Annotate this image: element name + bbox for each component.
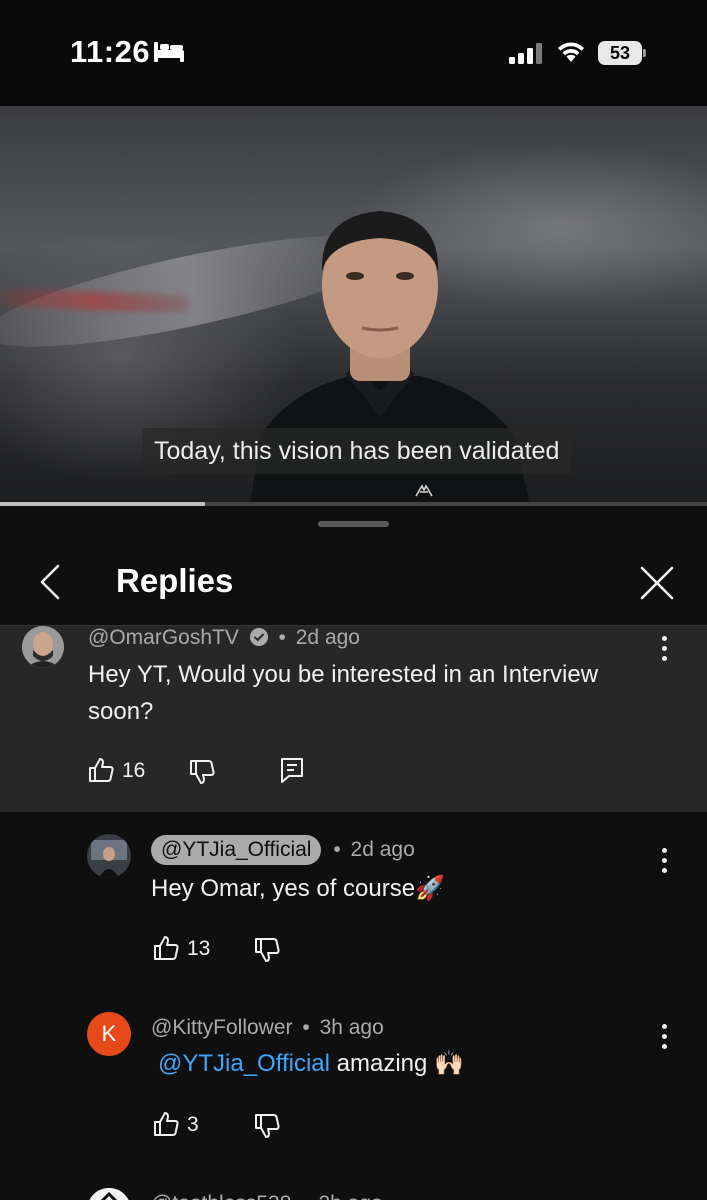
video-progress-bar[interactable] [0,502,707,506]
close-button[interactable] [636,562,678,604]
separator: • [302,1016,310,1039]
signal-icon [509,43,542,64]
comment-text: Hey Omar, yes of course🚀 [151,875,445,902]
comment-meta: @OmarGoshTV • 2d ago [88,626,360,650]
like-button[interactable] [87,756,115,784]
comment-time: 2d ago [350,838,415,861]
avatar-image [89,1188,129,1200]
back-button[interactable] [30,560,70,604]
parent-comment: @OmarGoshTV • 2d ago Hey YT, Would you b… [0,626,707,812]
avatar[interactable] [87,1188,131,1200]
comment-time: 2h ago [318,1192,382,1200]
mention-link[interactable]: @YTJia_Official [158,1050,330,1077]
brand-logo-icon [415,484,433,497]
more-options-button[interactable] [659,848,669,874]
comment-body: amazing 🙌🏻 [336,1050,464,1077]
comment-author[interactable]: @toothless538 [151,1192,291,1200]
like-count: 16 [122,759,146,782]
comment-author[interactable]: @OmarGoshTV [88,626,239,649]
comment-text: @YTJia_Official amazing 🙌🏻 [158,1045,658,1082]
avatar-image [22,626,64,668]
comment-meta: @YTJia_Official • 2d ago [151,835,415,865]
dislike-button[interactable] [188,758,216,786]
separator: • [333,838,341,861]
dislike-button[interactable] [253,1112,281,1140]
status-bar: 11:26 53 [0,0,707,106]
comment-meta: @toothless538 • 2h ago [151,1192,383,1200]
video-progress-fill [0,502,206,506]
comment-author[interactable]: @KittyFollower [151,1016,293,1039]
dislike-button[interactable] [253,936,281,964]
verified-icon [249,628,268,646]
reply-icon[interactable] [279,756,305,784]
like-button[interactable] [152,934,180,962]
avatar-letter: K [101,1021,117,1046]
more-options-button[interactable] [659,636,669,662]
avatar[interactable]: K [87,1012,131,1056]
comment-text: Hey YT, Would you be interested in an In… [88,661,599,725]
separator: • [301,1192,308,1200]
video-subtitle: Today, this vision has been validated [142,428,572,474]
avatar[interactable] [87,834,131,878]
separator: • [278,626,286,649]
comment-time: 2d ago [295,626,360,649]
like-count: 3 [187,1113,199,1136]
avatar[interactable] [22,626,64,668]
battery-level: 53 [598,41,642,65]
more-options-button[interactable] [659,1024,669,1050]
battery-icon: 53 [598,41,646,65]
creator-handle-chip[interactable]: @YTJia_Official [151,835,322,865]
like-button[interactable] [152,1110,180,1138]
like-count: 13 [187,937,211,960]
status-time: 11:26 [70,34,151,69]
comment-meta: @KittyFollower • 3h ago [151,1016,384,1040]
video-player[interactable]: Today, this vision has been validated [0,106,707,506]
comment-time: 3h ago [319,1016,384,1039]
wifi-icon [558,42,584,62]
replies-panel: Replies @OmarGoshTV • 2d ago Hey YT, Wou… [0,508,707,1200]
drag-handle[interactable] [318,521,389,527]
panel-title: Replies [116,562,234,599]
bed-icon [154,42,184,62]
avatar-image [87,834,131,878]
